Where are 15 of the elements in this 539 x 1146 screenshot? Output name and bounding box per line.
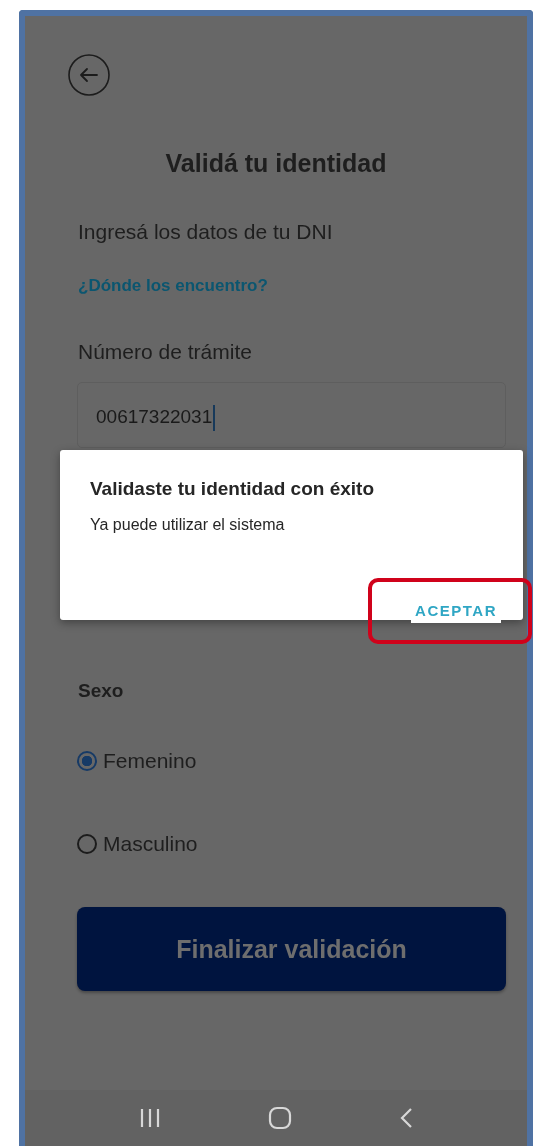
home-icon[interactable] <box>268 1106 292 1130</box>
field-label: Número de trámite <box>78 339 252 365</box>
instruction-text: Ingresá los datos de tu DNI <box>78 219 333 245</box>
section-label: Sexo <box>78 679 124 703</box>
radio-button[interactable] <box>77 834 97 854</box>
page-title: Validá tu identidad <box>165 148 387 179</box>
dialog-title: Validaste tu identidad con éxito <box>90 477 375 501</box>
dialog-message: Ya puede utilizar el sistema <box>90 515 286 535</box>
finish-button[interactable]: Finalizar validación <box>77 907 506 991</box>
radio-label: Masculino <box>103 831 198 857</box>
radio-label: Femenino <box>103 748 197 774</box>
radio-button[interactable] <box>77 751 97 771</box>
input-field[interactable]: 00617322031 <box>77 382 506 448</box>
back-icon[interactable] <box>399 1107 414 1129</box>
recent-apps-icon[interactable] <box>138 1108 161 1128</box>
